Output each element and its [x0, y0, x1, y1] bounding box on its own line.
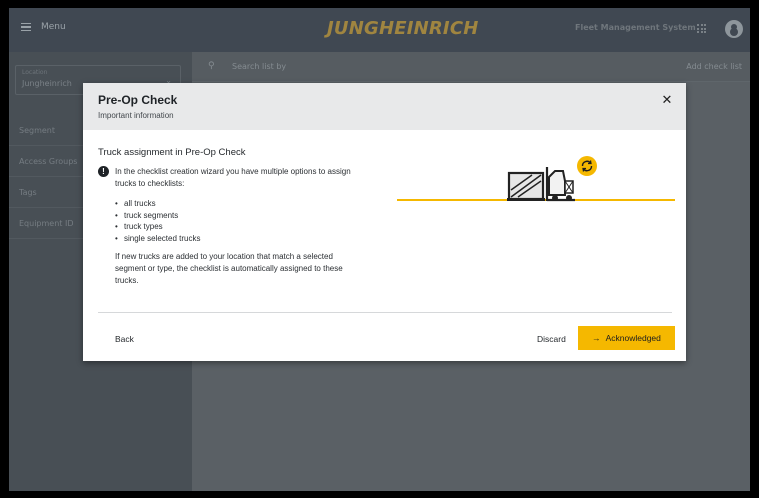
- list-item: single selected trucks: [115, 233, 200, 245]
- search-bar: ⚲ Search list by Add check list: [192, 52, 750, 82]
- user-avatar-icon[interactable]: [725, 20, 743, 38]
- arrow-right-icon: →: [592, 333, 601, 343]
- info-text: In the checklist creation wizard you hav…: [115, 167, 351, 188]
- info-icon: !: [98, 166, 109, 177]
- hamburger-icon: [21, 23, 31, 31]
- sync-icon: [577, 156, 597, 176]
- dialog-title: Pre-Op Check: [98, 93, 178, 107]
- back-button[interactable]: Back: [115, 334, 134, 344]
- menu-label: Menu: [41, 22, 66, 32]
- list-item: truck segments: [115, 210, 200, 222]
- options-list: all trucks truck segments truck types si…: [115, 198, 200, 244]
- pre-op-check-dialog: Pre-Op Check Important information ✕ Tru…: [83, 83, 686, 361]
- top-bar: Menu JUNGHEINRICH Fleet Management Syste…: [9, 8, 750, 52]
- acknowledged-label: Acknowledged: [605, 333, 661, 343]
- apps-grid-icon[interactable]: [697, 24, 706, 33]
- location-label: Location: [22, 69, 48, 76]
- note-text: If new trucks are added to your location…: [115, 252, 343, 285]
- search-input[interactable]: Search list by: [232, 62, 286, 71]
- search-icon: ⚲: [208, 61, 215, 71]
- system-name: Fleet Management System: [575, 23, 696, 32]
- brand-logo: JUNGHEINRICH: [327, 18, 479, 39]
- close-icon[interactable]: ✕: [660, 94, 674, 108]
- dialog-subtitle: Important information: [98, 111, 174, 120]
- location-value: Jungheinrich: [22, 79, 72, 88]
- discard-button[interactable]: Discard: [537, 334, 566, 344]
- list-item: truck types: [115, 221, 200, 233]
- acknowledged-button[interactable]: → Acknowledged: [578, 326, 675, 350]
- menu-button[interactable]: Menu: [21, 22, 66, 32]
- app-window: Menu JUNGHEINRICH Fleet Management Syste…: [9, 8, 750, 491]
- footer-divider: [98, 312, 672, 313]
- dialog-header: Pre-Op Check Important information ✕: [83, 83, 686, 130]
- section-title: Truck assignment in Pre-Op Check: [98, 147, 246, 158]
- add-check-list-button[interactable]: Add check list: [686, 62, 742, 71]
- truck-assignment-illustration: [397, 156, 675, 202]
- list-item: all trucks: [115, 198, 200, 210]
